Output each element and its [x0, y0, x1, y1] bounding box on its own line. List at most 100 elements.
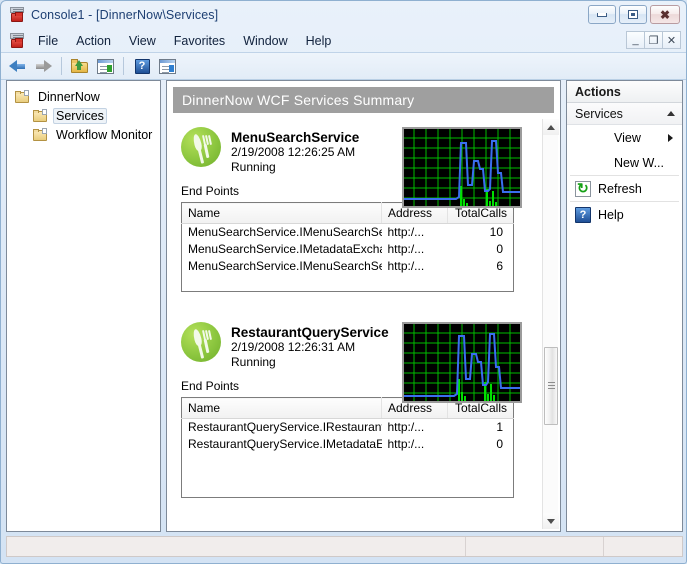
- cell-name: RestaurantQueryService.IRestaurantQu...: [188, 420, 382, 435]
- actions-title: Actions: [567, 81, 682, 103]
- spacer-icon: [575, 130, 591, 146]
- menu-view[interactable]: View: [120, 31, 165, 51]
- cell-name: MenuSearchService.IMenuSearchServi...: [188, 259, 382, 273]
- menu-file[interactable]: File: [29, 31, 67, 51]
- tool-bar: ?: [1, 53, 686, 80]
- up-one-level-button[interactable]: [69, 56, 91, 77]
- toolbar-separator-1: [61, 57, 62, 75]
- action-item-label: Refresh: [598, 181, 642, 196]
- service-status: Running: [231, 160, 276, 174]
- service-timestamp: 2/19/2008 12:26:31 AM: [231, 340, 356, 354]
- column-header-name[interactable]: Name: [181, 397, 382, 419]
- dinnernow-logo-icon: [181, 322, 221, 362]
- minimize-button[interactable]: [588, 5, 616, 24]
- console-tree-pane[interactable]: DinnerNow Services Workflow Monitor: [6, 80, 161, 532]
- table-row[interactable]: MenuSearchService.IMetadataExchang... ht…: [182, 241, 514, 258]
- actions-group-services[interactable]: Services: [567, 103, 682, 125]
- show-hide-action-pane-button[interactable]: [156, 56, 178, 77]
- tree-node-label: Services: [53, 107, 107, 124]
- mdi-restore-button[interactable]: ❐: [644, 31, 663, 49]
- service-timestamp: 2/19/2008 12:26:25 AM: [231, 145, 356, 159]
- table-filler-row: [182, 275, 514, 292]
- mdi-minimize-button[interactable]: _: [626, 31, 645, 49]
- action-item-view[interactable]: View: [567, 125, 682, 150]
- endpoints-table[interactable]: Name Address TotalCalls MenuSearchServic…: [181, 202, 514, 292]
- folder-icon: [33, 127, 48, 141]
- scroll-up-button[interactable]: [543, 119, 559, 135]
- service-activity-chart: [402, 127, 522, 208]
- folder-icon: [15, 89, 30, 103]
- restore-button[interactable]: [619, 5, 647, 24]
- close-button[interactable]: ✖: [650, 5, 680, 24]
- chevron-up-icon: [547, 124, 555, 130]
- help-button[interactable]: ?: [131, 56, 153, 77]
- action-item-label: View: [614, 130, 641, 145]
- service-name: RestaurantQueryService: [231, 325, 389, 340]
- service-meta: RestaurantQueryService 2/19/2008 12:26:3…: [231, 322, 389, 370]
- refresh-icon: [575, 180, 591, 197]
- tree-node-dinnernow[interactable]: DinnerNow: [7, 87, 160, 106]
- tree-node-services[interactable]: Services: [7, 106, 160, 125]
- cell-name: MenuSearchService.IMetadataExchang...: [188, 242, 382, 256]
- forward-button[interactable]: [32, 56, 54, 77]
- mmc-console-window: Console1 - [DinnerNow\Services] ✖ File A…: [0, 0, 687, 564]
- main-body: DinnerNow Services Workflow Monitor Dinn…: [6, 80, 683, 532]
- menu-favorites[interactable]: Favorites: [165, 31, 234, 51]
- action-item-refresh[interactable]: Refresh: [567, 176, 682, 201]
- help-icon: ?: [575, 206, 591, 223]
- caret-up-icon[interactable]: [667, 111, 675, 116]
- chevron-down-icon: [547, 518, 555, 524]
- page-title: DinnerNow WCF Services Summary: [173, 87, 554, 113]
- cell-address: http:/...: [387, 225, 425, 240]
- results-vertical-scrollbar[interactable]: [542, 119, 559, 529]
- endpoints-table[interactable]: Name Address TotalCalls RestaurantQueryS…: [181, 397, 514, 498]
- menu-help[interactable]: Help: [297, 31, 341, 51]
- chevron-right-icon: [668, 133, 673, 142]
- action-item-new-window[interactable]: New W...: [567, 150, 682, 175]
- service-status: Running: [231, 355, 276, 369]
- status-cell-3: [604, 537, 682, 556]
- chart-svg: [404, 324, 520, 401]
- cell-totalcalls: 0: [496, 242, 503, 256]
- title-bar: Console1 - [DinnerNow\Services] ✖: [1, 1, 686, 29]
- tree-node-label: Workflow Monitor: [56, 127, 153, 142]
- cell-totalcalls: 0: [496, 437, 503, 451]
- close-icon: ✖: [659, 7, 671, 22]
- cell-name: MenuSearchService.IMenuSearchServi...: [188, 225, 382, 240]
- window-controls: ✖: [588, 5, 680, 24]
- mdi-child-controls: _ ❐ ✕: [626, 31, 681, 49]
- mdi-close-button[interactable]: ✕: [662, 31, 681, 49]
- services-scroll-area: MenuSearchService 2/19/2008 12:26:25 AM …: [167, 119, 560, 531]
- action-item-label: New W...: [614, 155, 665, 170]
- table-row[interactable]: RestaurantQueryService.IMetadataExch... …: [182, 436, 514, 453]
- spacer-icon: [575, 155, 591, 171]
- menu-window[interactable]: Window: [234, 31, 296, 51]
- cell-address: http:/...: [387, 242, 425, 256]
- menu-action[interactable]: Action: [67, 31, 120, 51]
- actions-pane: Actions Services View New W... Refresh: [566, 80, 683, 532]
- scroll-down-button[interactable]: [543, 513, 559, 529]
- scroll-thumb[interactable]: [544, 347, 558, 425]
- action-item-label: Help: [598, 207, 624, 222]
- cell-address: http:/...: [387, 437, 425, 451]
- column-header-name[interactable]: Name: [181, 202, 382, 224]
- action-pane-icon: [158, 58, 176, 74]
- help-icon: ?: [134, 58, 150, 74]
- table-row[interactable]: MenuSearchService.IMenuSearchServi... ht…: [182, 224, 514, 241]
- tree-node-workflow-monitor[interactable]: Workflow Monitor: [7, 125, 160, 144]
- console-tree-icon: [96, 58, 114, 74]
- minimize-icon: [597, 12, 607, 17]
- results-pane: DinnerNow WCF Services Summary MenuSearc…: [166, 80, 561, 532]
- cell-totalcalls: 1: [496, 420, 503, 435]
- toolbar-separator-2: [123, 57, 124, 75]
- table-row[interactable]: MenuSearchService.IMenuSearchServi... ht…: [182, 258, 514, 275]
- cell-totalcalls: 6: [496, 259, 503, 273]
- back-button[interactable]: [7, 56, 29, 77]
- menu-bar: File Action View Favorites Window Help _…: [1, 29, 686, 53]
- table-row[interactable]: RestaurantQueryService.IRestaurantQu... …: [182, 419, 514, 436]
- action-item-help[interactable]: ? Help: [567, 202, 682, 227]
- table-filler-row: [182, 453, 514, 498]
- show-hide-console-tree-button[interactable]: [94, 56, 116, 77]
- window-title: Console1 - [DinnerNow\Services]: [31, 8, 219, 22]
- folder-up-icon: [71, 58, 89, 74]
